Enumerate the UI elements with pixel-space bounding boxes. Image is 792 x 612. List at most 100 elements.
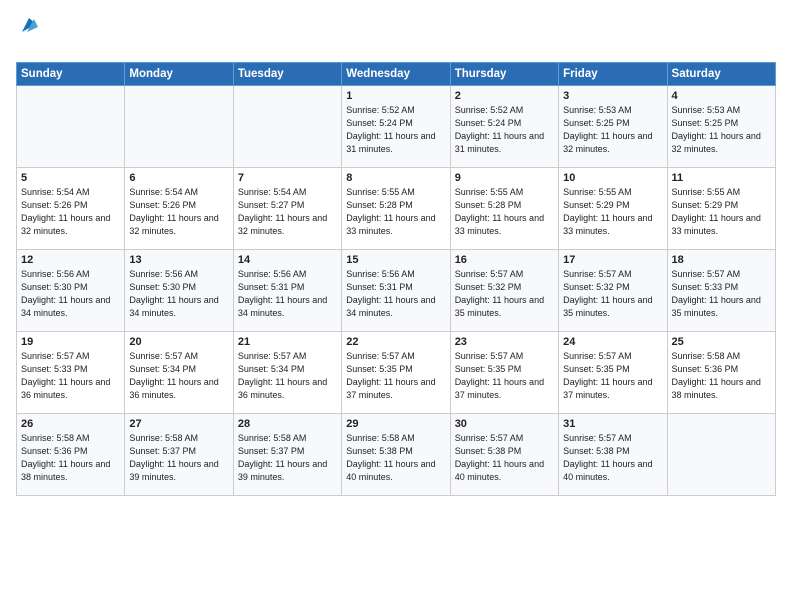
day-info: Sunrise: 5:57 AM Sunset: 5:35 PM Dayligh… [455, 350, 554, 402]
day-info: Sunrise: 5:57 AM Sunset: 5:34 PM Dayligh… [238, 350, 337, 402]
logo [16, 14, 40, 56]
day-info: Sunrise: 5:52 AM Sunset: 5:24 PM Dayligh… [455, 104, 554, 156]
day-number: 2 [455, 90, 554, 102]
day-number: 15 [346, 254, 445, 266]
calendar-cell: 30 Sunrise: 5:57 AM Sunset: 5:38 PM Dayli… [450, 414, 558, 496]
calendar-cell: 2 Sunrise: 5:52 AM Sunset: 5:24 PM Daylig… [450, 86, 558, 168]
day-info: Sunrise: 5:57 AM Sunset: 5:38 PM Dayligh… [563, 432, 662, 484]
calendar-cell: 26 Sunrise: 5:58 AM Sunset: 5:36 PM Dayli… [17, 414, 125, 496]
col-header-wednesday: Wednesday [342, 63, 450, 86]
day-number: 5 [21, 172, 120, 184]
calendar-cell: 6 Sunrise: 5:54 AM Sunset: 5:26 PM Daylig… [125, 168, 233, 250]
col-header-tuesday: Tuesday [233, 63, 341, 86]
logo-icon [18, 14, 40, 36]
calendar-cell [667, 414, 775, 496]
calendar-table: SundayMondayTuesdayWednesdayThursdayFrid… [16, 62, 776, 496]
day-number: 30 [455, 418, 554, 430]
day-info: Sunrise: 5:54 AM Sunset: 5:27 PM Dayligh… [238, 186, 337, 238]
calendar-cell: 20Sunrise: 5:57 AM Sunset: 5:34 PM Dayli… [125, 332, 233, 414]
day-number: 6 [129, 172, 228, 184]
week-row-5: 26 Sunrise: 5:58 AM Sunset: 5:36 PM Dayli… [17, 414, 776, 496]
day-info: Sunrise: 5:57 AM Sunset: 5:33 PM Dayligh… [21, 350, 120, 402]
day-info: Sunrise: 5:54 AM Sunset: 5:26 PM Dayligh… [21, 186, 120, 238]
col-header-sunday: Sunday [17, 63, 125, 86]
calendar-cell: 22Sunrise: 5:57 AM Sunset: 5:35 PM Dayli… [342, 332, 450, 414]
day-number: 28 [238, 418, 337, 430]
calendar-cell: 23Sunrise: 5:57 AM Sunset: 5:35 PM Dayli… [450, 332, 558, 414]
day-info: Sunrise: 5:57 AM Sunset: 5:33 PM Dayligh… [672, 268, 771, 320]
calendar-cell: 25 Sunrise: 5:58 AM Sunset: 5:36 PM Dayli… [667, 332, 775, 414]
day-info: Sunrise: 5:57 AM Sunset: 5:38 PM Dayligh… [455, 432, 554, 484]
day-info: Sunrise: 5:56 AM Sunset: 5:30 PM Dayligh… [129, 268, 228, 320]
col-header-monday: Monday [125, 63, 233, 86]
calendar-cell: 19Sunrise: 5:57 AM Sunset: 5:33 PM Dayli… [17, 332, 125, 414]
calendar-cell: 21 Sunrise: 5:57 AM Sunset: 5:34 PM Dayli… [233, 332, 341, 414]
calendar-cell: 7 Sunrise: 5:54 AM Sunset: 5:27 PM Daylig… [233, 168, 341, 250]
day-info: Sunrise: 5:54 AM Sunset: 5:26 PM Dayligh… [129, 186, 228, 238]
calendar-cell: 8 Sunrise: 5:55 AM Sunset: 5:28 PM Daylig… [342, 168, 450, 250]
day-number: 27 [129, 418, 228, 430]
col-header-thursday: Thursday [450, 63, 558, 86]
calendar-cell: 11Sunrise: 5:55 AM Sunset: 5:29 PM Dayli… [667, 168, 775, 250]
calendar-cell: 5 Sunrise: 5:54 AM Sunset: 5:26 PM Daylig… [17, 168, 125, 250]
week-row-4: 19Sunrise: 5:57 AM Sunset: 5:33 PM Dayli… [17, 332, 776, 414]
calendar-cell: 18Sunrise: 5:57 AM Sunset: 5:33 PM Dayli… [667, 250, 775, 332]
calendar-cell [233, 86, 341, 168]
day-info: Sunrise: 5:57 AM Sunset: 5:35 PM Dayligh… [563, 350, 662, 402]
col-header-saturday: Saturday [667, 63, 775, 86]
day-number: 17 [563, 254, 662, 266]
day-info: Sunrise: 5:57 AM Sunset: 5:32 PM Dayligh… [455, 268, 554, 320]
week-row-1: 1 Sunrise: 5:52 AM Sunset: 5:24 PM Daylig… [17, 86, 776, 168]
day-number: 13 [129, 254, 228, 266]
day-info: Sunrise: 5:57 AM Sunset: 5:32 PM Dayligh… [563, 268, 662, 320]
day-number: 24 [563, 336, 662, 348]
calendar-cell: 1 Sunrise: 5:52 AM Sunset: 5:24 PM Daylig… [342, 86, 450, 168]
day-info: Sunrise: 5:58 AM Sunset: 5:37 PM Dayligh… [238, 432, 337, 484]
day-number: 12 [21, 254, 120, 266]
day-info: Sunrise: 5:58 AM Sunset: 5:36 PM Dayligh… [672, 350, 771, 402]
calendar-cell: 9 Sunrise: 5:55 AM Sunset: 5:28 PM Daylig… [450, 168, 558, 250]
day-number: 16 [455, 254, 554, 266]
calendar-cell: 17 Sunrise: 5:57 AM Sunset: 5:32 PM Dayli… [559, 250, 667, 332]
day-number: 7 [238, 172, 337, 184]
calendar-cell: 24 Sunrise: 5:57 AM Sunset: 5:35 PM Dayli… [559, 332, 667, 414]
day-info: Sunrise: 5:52 AM Sunset: 5:24 PM Dayligh… [346, 104, 445, 156]
day-number: 21 [238, 336, 337, 348]
day-info: Sunrise: 5:53 AM Sunset: 5:25 PM Dayligh… [563, 104, 662, 156]
calendar-cell: 28 Sunrise: 5:58 AM Sunset: 5:37 PM Dayli… [233, 414, 341, 496]
calendar-cell: 13 Sunrise: 5:56 AM Sunset: 5:30 PM Dayli… [125, 250, 233, 332]
day-info: Sunrise: 5:57 AM Sunset: 5:34 PM Dayligh… [129, 350, 228, 402]
calendar-cell: 27 Sunrise: 5:58 AM Sunset: 5:37 PM Dayli… [125, 414, 233, 496]
calendar-cell [17, 86, 125, 168]
calendar-cell: 29Sunrise: 5:58 AM Sunset: 5:38 PM Dayli… [342, 414, 450, 496]
calendar-cell: 31 Sunrise: 5:57 AM Sunset: 5:38 PM Dayli… [559, 414, 667, 496]
calendar-header-row: SundayMondayTuesdayWednesdayThursdayFrid… [17, 63, 776, 86]
day-number: 9 [455, 172, 554, 184]
day-info: Sunrise: 5:58 AM Sunset: 5:37 PM Dayligh… [129, 432, 228, 484]
day-info: Sunrise: 5:56 AM Sunset: 5:31 PM Dayligh… [346, 268, 445, 320]
day-number: 31 [563, 418, 662, 430]
day-info: Sunrise: 5:55 AM Sunset: 5:29 PM Dayligh… [563, 186, 662, 238]
day-info: Sunrise: 5:55 AM Sunset: 5:28 PM Dayligh… [455, 186, 554, 238]
day-number: 29 [346, 418, 445, 430]
day-number: 1 [346, 90, 445, 102]
day-number: 26 [21, 418, 120, 430]
col-header-friday: Friday [559, 63, 667, 86]
day-info: Sunrise: 5:55 AM Sunset: 5:28 PM Dayligh… [346, 186, 445, 238]
calendar-cell: 15 Sunrise: 5:56 AM Sunset: 5:31 PM Dayli… [342, 250, 450, 332]
day-info: Sunrise: 5:55 AM Sunset: 5:29 PM Dayligh… [672, 186, 771, 238]
calendar-cell: 4 Sunrise: 5:53 AM Sunset: 5:25 PM Daylig… [667, 86, 775, 168]
calendar-cell: 14Sunrise: 5:56 AM Sunset: 5:31 PM Dayli… [233, 250, 341, 332]
day-info: Sunrise: 5:53 AM Sunset: 5:25 PM Dayligh… [672, 104, 771, 156]
day-number: 4 [672, 90, 771, 102]
day-number: 8 [346, 172, 445, 184]
page-container: SundayMondayTuesdayWednesdayThursdayFrid… [0, 0, 792, 506]
day-number: 14 [238, 254, 337, 266]
day-number: 3 [563, 90, 662, 102]
calendar-cell: 10 Sunrise: 5:55 AM Sunset: 5:29 PM Dayli… [559, 168, 667, 250]
day-info: Sunrise: 5:58 AM Sunset: 5:36 PM Dayligh… [21, 432, 120, 484]
day-number: 22 [346, 336, 445, 348]
day-number: 25 [672, 336, 771, 348]
calendar-cell: 16 Sunrise: 5:57 AM Sunset: 5:32 PM Dayli… [450, 250, 558, 332]
day-number: 10 [563, 172, 662, 184]
